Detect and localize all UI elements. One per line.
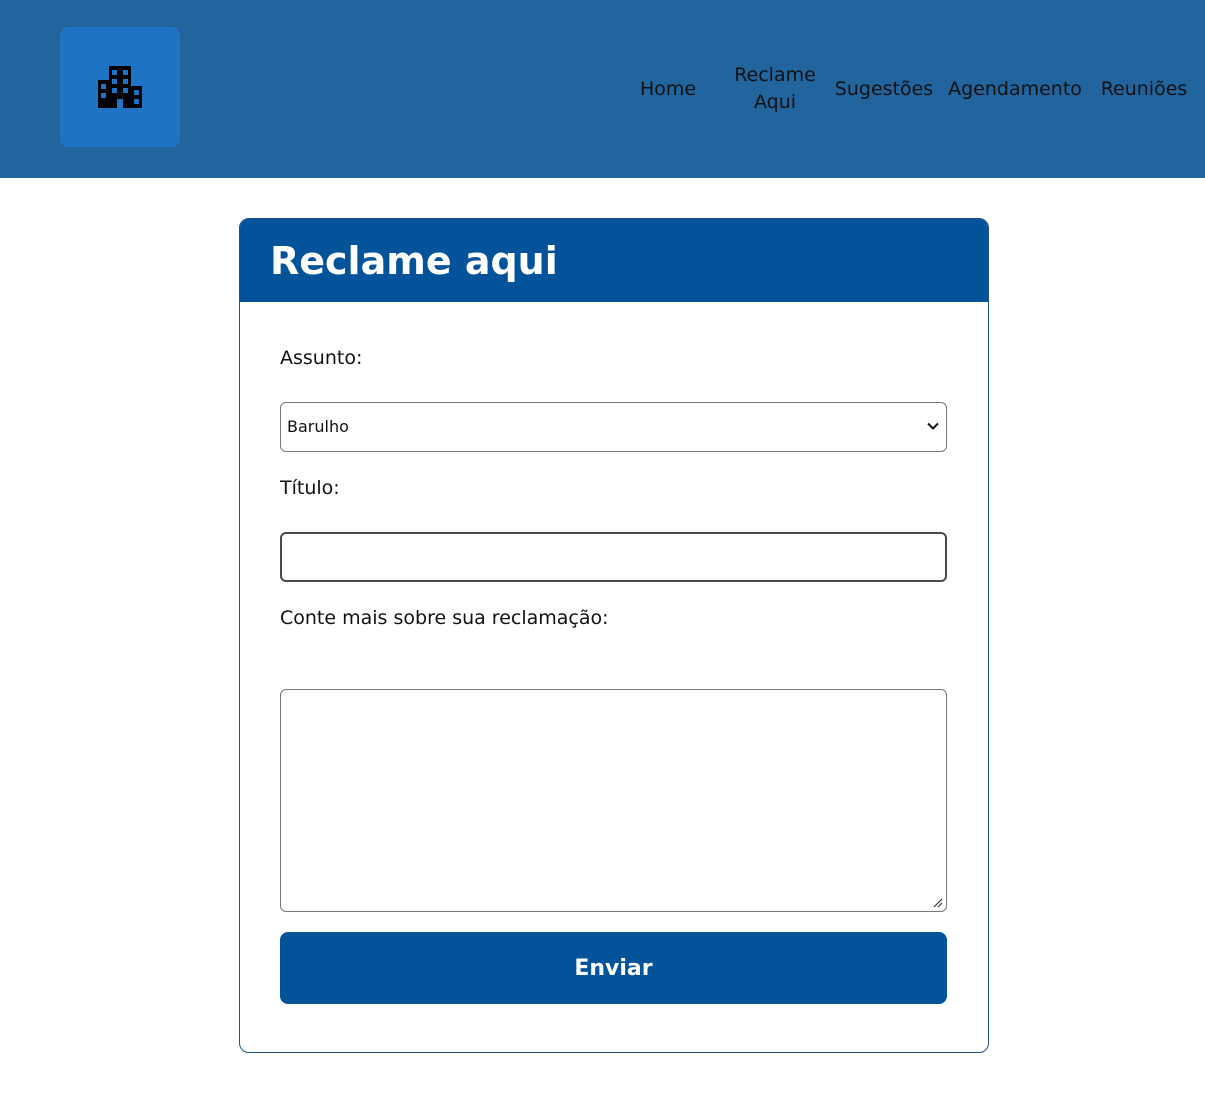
assunto-label: Assunto: (280, 347, 363, 369)
nav-sugestoes[interactable]: Sugestões (835, 0, 933, 178)
logo[interactable] (60, 27, 180, 147)
titulo-input[interactable] (280, 532, 947, 582)
submit-button[interactable]: Enviar (280, 932, 947, 1004)
building-icon (98, 66, 142, 108)
nav-reclame-aqui[interactable]: Reclame Aqui (732, 0, 818, 178)
nav-reunioes[interactable]: Reuniões (1100, 0, 1188, 178)
form-title: Reclame aqui (270, 239, 558, 283)
top-navbar: Home Reclame Aqui Sugestões Agendamento … (0, 0, 1205, 178)
nav-agendamento[interactable]: Agendamento (948, 0, 1082, 178)
complaint-form-card: Reclame aqui Assunto: Barulho Título: Co… (239, 218, 989, 1053)
descricao-label: Conte mais sobre sua reclamação: (280, 607, 609, 629)
titulo-label: Título: (280, 477, 340, 499)
resize-handle-icon[interactable] (931, 896, 943, 908)
assunto-select[interactable]: Barulho (280, 402, 947, 452)
assunto-selected-value: Barulho (287, 417, 349, 436)
chevron-down-icon (927, 422, 939, 430)
card-header: Reclame aqui (240, 219, 988, 302)
nav-home[interactable]: Home (636, 0, 700, 178)
main-nav: Home Reclame Aqui Sugestões Agendamento … (620, 0, 1205, 178)
descricao-textarea[interactable] (280, 689, 947, 912)
